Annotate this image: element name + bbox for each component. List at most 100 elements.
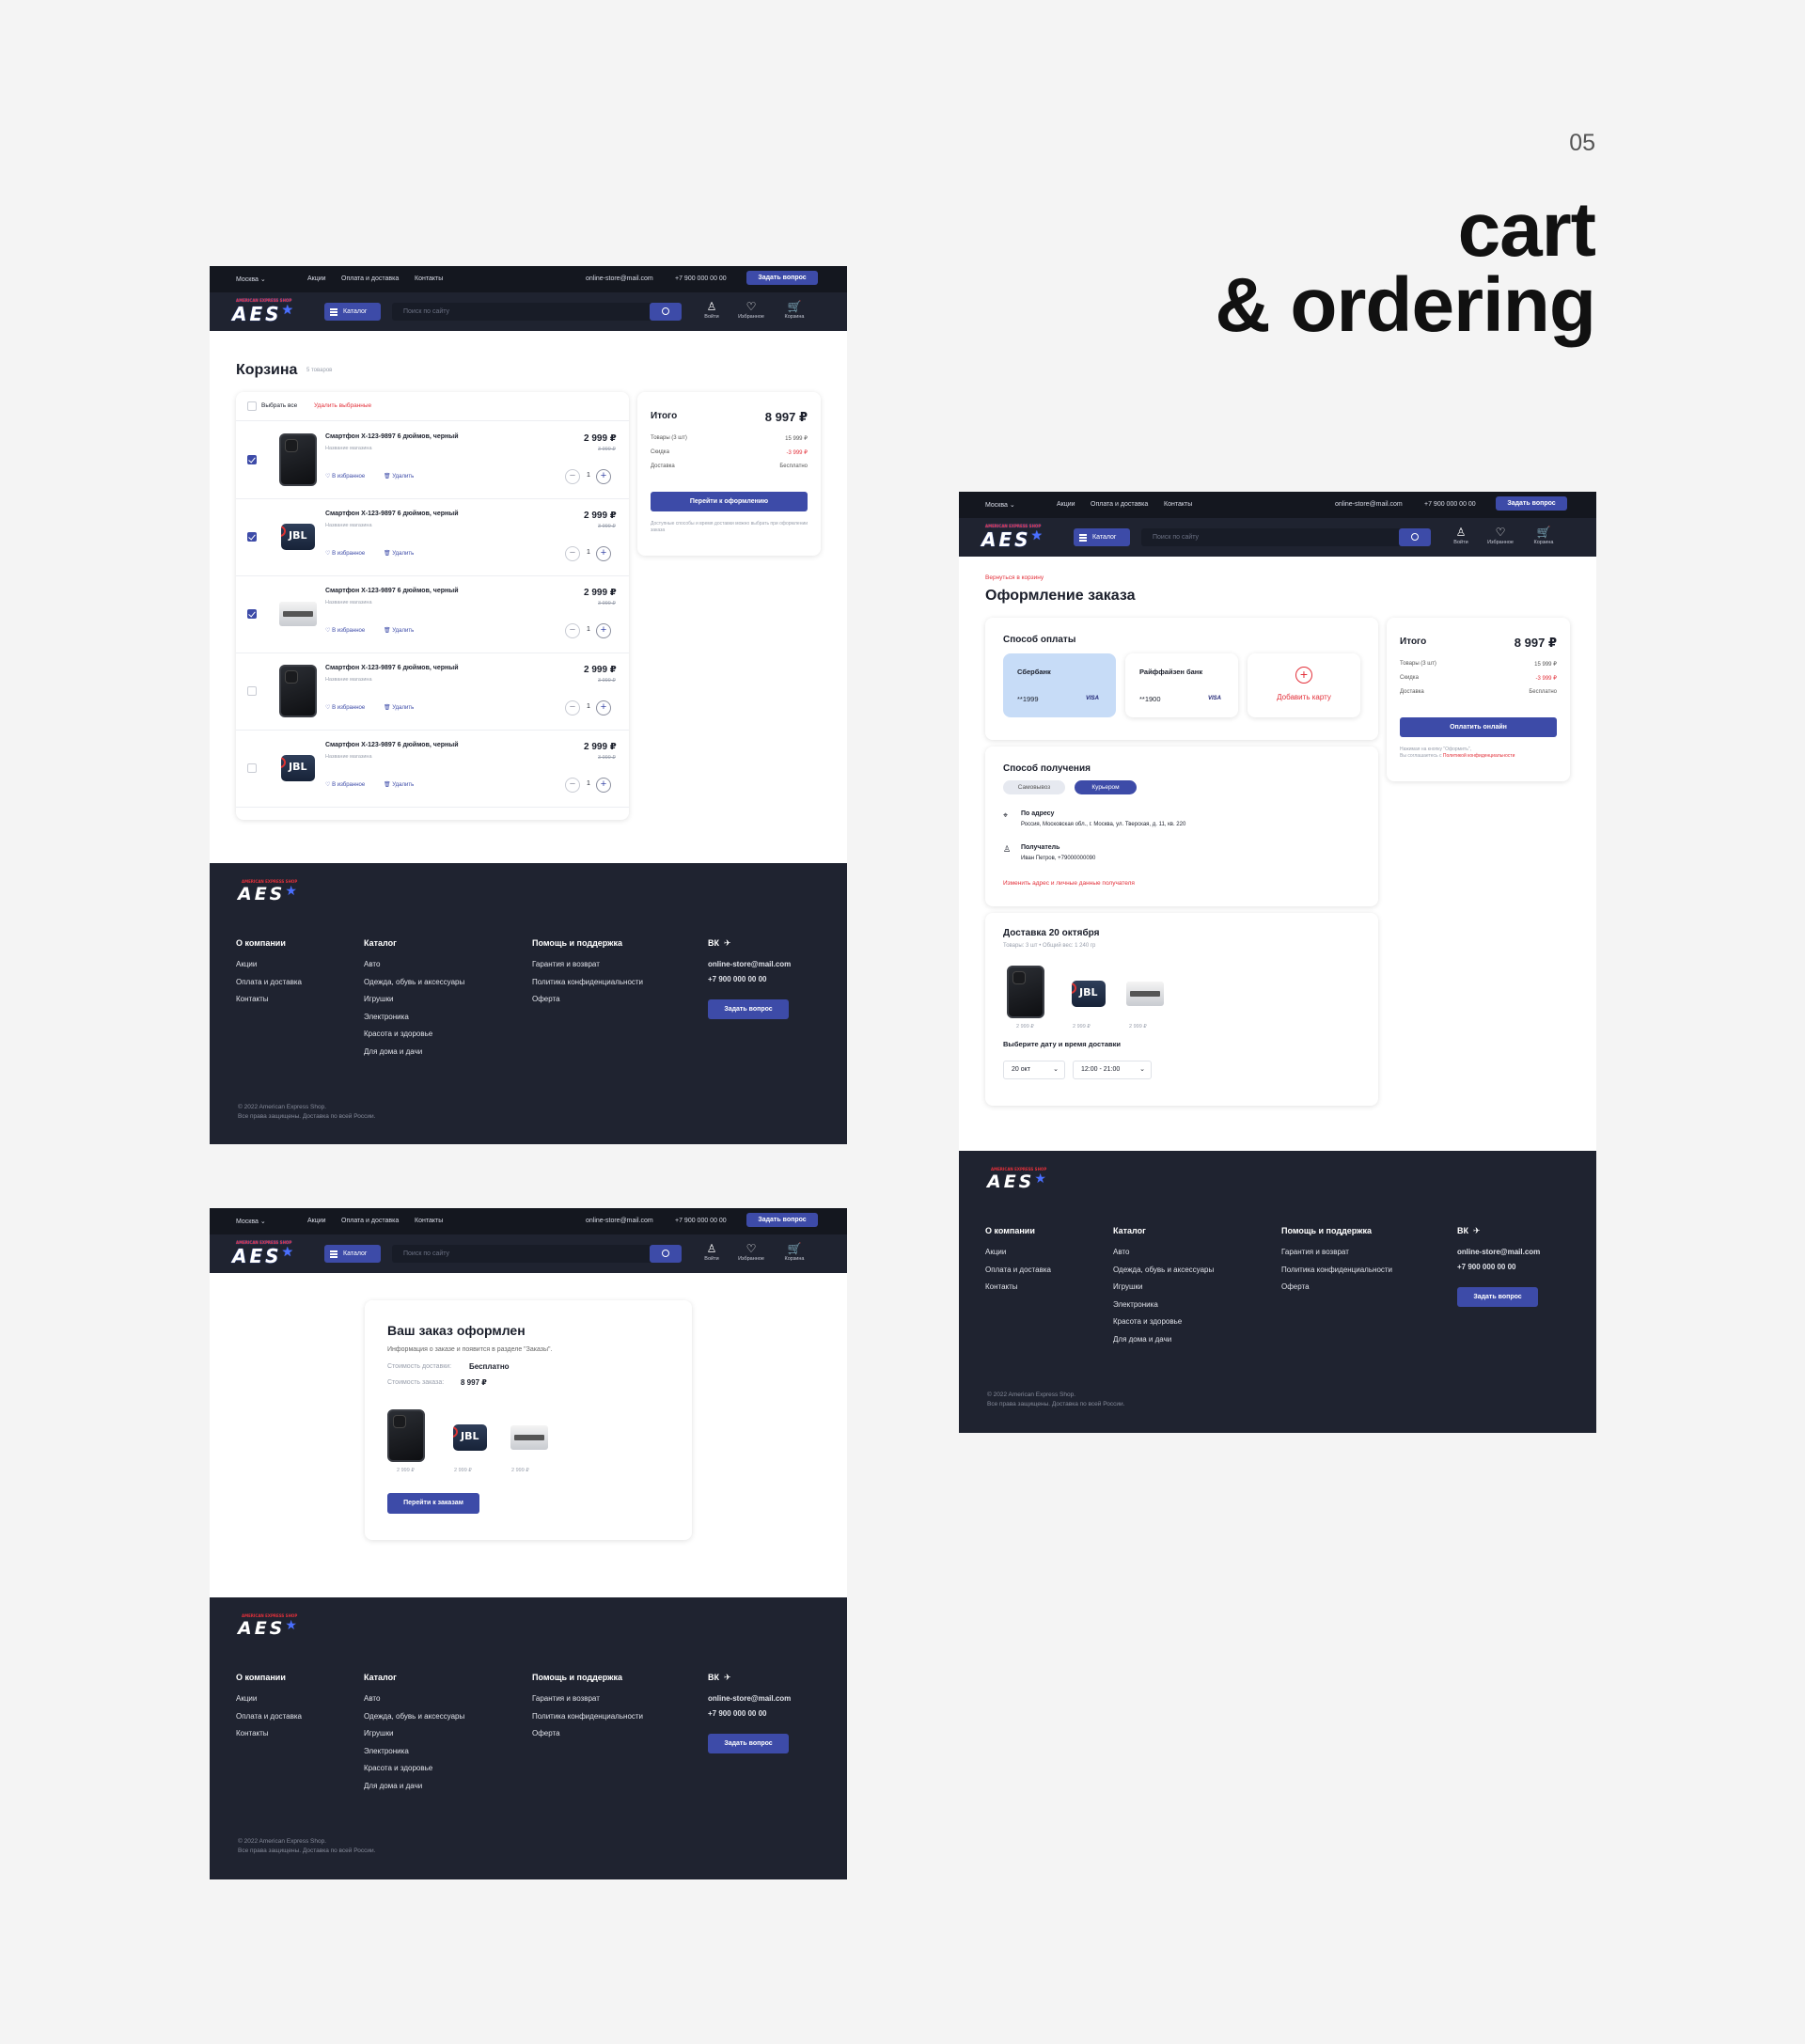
footer-link[interactable]: Одежда, обувь и аксессуары [364, 978, 464, 986]
footer-link[interactable]: Авто [364, 960, 380, 968]
item-checkbox[interactable] [247, 455, 257, 464]
topbar-link-promo[interactable]: Акции [1057, 501, 1075, 508]
footer-link[interactable]: Авто [364, 1694, 380, 1703]
date-select[interactable]: 20 окт ⌄ [1003, 1061, 1065, 1079]
payment-card[interactable]: Райффайзен банк **1900 VISA [1125, 653, 1238, 717]
topbar-link-contacts[interactable]: Контакты [1164, 501, 1192, 508]
item-checkbox[interactable] [247, 532, 257, 542]
qty-minus-button[interactable]: − [565, 778, 580, 793]
footer-link[interactable]: Оферта [532, 1729, 560, 1737]
footer-link[interactable]: Для дома и дачи [364, 1782, 422, 1790]
footer-ask-button[interactable]: Задать вопрос [708, 999, 789, 1019]
time-select[interactable]: 12:00 - 21:00 ⌄ [1073, 1061, 1152, 1079]
courier-option[interactable]: Курьером [1075, 780, 1137, 794]
footer-link[interactable]: Гарантия и возврат [532, 1694, 600, 1703]
footer-link[interactable]: Акции [985, 1248, 1006, 1256]
footer-link[interactable]: Политика конфиденциальности [532, 978, 643, 986]
footer-email[interactable]: online-store@mail.com [708, 1694, 791, 1703]
footer-link[interactable]: Авто [1113, 1248, 1129, 1256]
footer-link[interactable]: Оплата и доставка [236, 1712, 302, 1721]
footer-link[interactable]: Контакты [236, 995, 269, 1003]
topbar-phone[interactable]: +7 900 000 00 00 [675, 1218, 727, 1224]
footer-link[interactable]: Политика конфиденциальности [1281, 1266, 1392, 1274]
footer-link[interactable]: Акции [236, 1694, 257, 1703]
footer-link[interactable]: Для дома и дачи [364, 1047, 422, 1056]
topbar-link-contacts[interactable]: Контакты [415, 275, 443, 282]
topbar-link-payment[interactable]: Оплата и доставка [1091, 501, 1148, 508]
add-to-favorites[interactable]: ♡ В избранное [325, 781, 365, 788]
topbar-phone[interactable]: +7 900 000 00 00 [1424, 501, 1476, 508]
favorites-button[interactable]: ♡ Избранное [732, 300, 770, 320]
search-input[interactable]: Поиск по сайту [392, 303, 682, 321]
footer-link[interactable]: Гарантия и возврат [1281, 1248, 1349, 1256]
search-button[interactable] [650, 1245, 682, 1263]
footer-link[interactable]: Красота и здоровье [364, 1030, 432, 1038]
city-select[interactable]: Москва ⌄ [236, 275, 266, 283]
qty-plus-button[interactable]: + [596, 469, 611, 484]
catalog-button[interactable]: Каталог [324, 1245, 381, 1263]
catalog-button[interactable]: Каталог [324, 303, 381, 321]
cart-button[interactable]: 🛒 Корзина [1525, 526, 1562, 545]
search-button[interactable] [650, 303, 682, 321]
delete-selected-link[interactable]: Удалить выбранные [314, 402, 371, 409]
qty-minus-button[interactable]: − [565, 700, 580, 715]
product-name[interactable]: Смартфон X-123-9897 6 дюймов, черный [325, 433, 459, 440]
item-checkbox[interactable] [247, 686, 257, 696]
logo[interactable]: AMERICAN EXPRESS SHOP AES★ [232, 298, 296, 325]
topbar-link-contacts[interactable]: Контакты [415, 1218, 443, 1224]
pay-online-button[interactable]: Оплатить онлайн [1400, 717, 1557, 737]
qty-plus-button[interactable]: + [596, 700, 611, 715]
item-checkbox[interactable] [247, 763, 257, 773]
catalog-button[interactable]: Каталог [1074, 528, 1130, 546]
select-all-checkbox[interactable] [247, 401, 257, 411]
footer-link[interactable]: Контакты [236, 1729, 269, 1737]
cart-button[interactable]: 🛒 Корзина [776, 1242, 813, 1262]
add-to-favorites[interactable]: ♡ В избранное [325, 473, 365, 480]
delete-item[interactable]: 🗑 Удалить [384, 704, 414, 711]
add-to-favorites[interactable]: ♡ В избранное [325, 704, 365, 711]
add-card-button[interactable]: + Добавить карту [1248, 653, 1360, 717]
footer-link[interactable]: Одежда, обувь и аксессуары [1113, 1266, 1214, 1274]
footer-link[interactable]: Игрушки [364, 1729, 393, 1737]
topbar-email[interactable]: online-store@mail.com [586, 1218, 653, 1224]
product-image[interactable] [279, 665, 317, 717]
telegram-icon[interactable]: ✈ [1473, 1226, 1481, 1235]
delete-item[interactable]: 🗑 Удалить [384, 627, 414, 634]
footer-logo[interactable]: AMERICAN EXPRESS SHOP AES★ [238, 879, 300, 904]
footer-link[interactable]: Игрушки [1113, 1282, 1142, 1291]
product-name[interactable]: Смартфон X-123-9897 6 дюймов, черный [325, 588, 459, 594]
logo[interactable]: AMERICAN EXPRESS SHOP AES★ [232, 1240, 296, 1267]
footer-phone[interactable]: +7 900 000 00 00 [1457, 1263, 1516, 1271]
add-to-favorites[interactable]: ♡ В избранное [325, 550, 365, 557]
footer-link[interactable]: Оплата и доставка [236, 978, 302, 986]
footer-link[interactable]: Оферта [532, 995, 560, 1003]
footer-logo[interactable]: AMERICAN EXPRESS SHOP AES★ [987, 1167, 1049, 1192]
pickup-option[interactable]: Самовывоз [1003, 780, 1065, 794]
ask-question-button[interactable]: Задать вопрос [1496, 496, 1567, 511]
qty-minus-button[interactable]: − [565, 546, 580, 561]
product-image[interactable] [281, 755, 315, 781]
footer-email[interactable]: online-store@mail.com [708, 960, 791, 968]
add-to-favorites[interactable]: ♡ В избранное [325, 627, 365, 634]
checkout-button[interactable]: Перейти к оформлению [651, 492, 808, 511]
product-name[interactable]: Смартфон X-123-9897 6 дюймов, черный [325, 665, 459, 671]
qty-minus-button[interactable]: − [565, 469, 580, 484]
city-select[interactable]: Москва ⌄ [985, 501, 1015, 509]
back-to-cart-link[interactable]: Вернуться в корзину [985, 574, 1044, 581]
topbar-link-payment[interactable]: Оплата и доставка [341, 1218, 399, 1224]
favorites-button[interactable]: ♡ Избранное [732, 1242, 770, 1262]
delete-item[interactable]: 🗑 Удалить [384, 781, 414, 788]
footer-link[interactable]: Электроника [1113, 1300, 1158, 1309]
footer-link[interactable]: Электроника [364, 1013, 409, 1021]
qty-minus-button[interactable]: − [565, 623, 580, 638]
footer-ask-button[interactable]: Задать вопрос [708, 1734, 789, 1753]
delete-item[interactable]: 🗑 Удалить [384, 473, 414, 480]
footer-link[interactable]: Красота и здоровье [364, 1764, 432, 1772]
footer-email[interactable]: online-store@mail.com [1457, 1248, 1540, 1256]
qty-plus-button[interactable]: + [596, 623, 611, 638]
cart-button[interactable]: 🛒 Корзина [776, 300, 813, 320]
qty-plus-button[interactable]: + [596, 546, 611, 561]
select-all-label[interactable]: Выбрать все [261, 402, 297, 409]
topbar-email[interactable]: online-store@mail.com [586, 275, 653, 282]
topbar-phone[interactable]: +7 900 000 00 00 [675, 275, 727, 282]
